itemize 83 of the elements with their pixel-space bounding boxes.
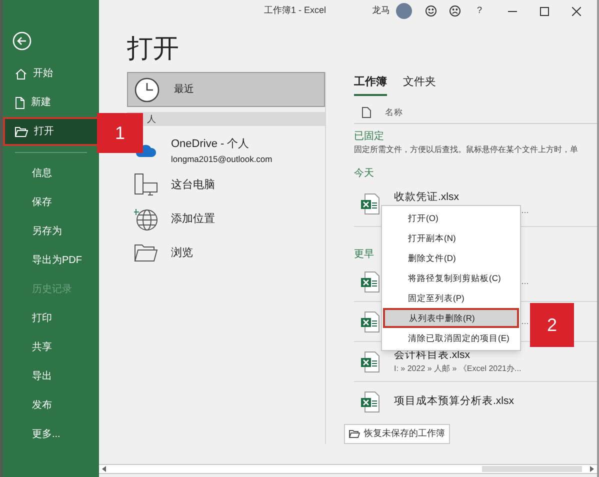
smiley-icon[interactable] — [425, 5, 437, 17]
sidebar-item[interactable]: 打开 — [3, 117, 99, 146]
sidebar-label: 导出为PDF — [32, 254, 82, 268]
avatar — [396, 3, 412, 19]
sidebar-label: 开始 — [33, 67, 53, 81]
sidebar-item[interactable]: 更多... — [3, 420, 99, 449]
sidebar-label: 打开 — [34, 124, 54, 139]
section-heading: 更早 — [354, 248, 374, 262]
account-email: longma2015@outlook.com — [171, 152, 272, 166]
close-icon[interactable] — [572, 6, 582, 16]
sidebar-label: 更多... — [32, 428, 60, 442]
sidebar-label: 历史记录 — [32, 282, 72, 297]
back-icon[interactable] — [12, 31, 32, 51]
maximize-icon[interactable] — [540, 6, 550, 16]
location-item[interactable]: 添加位置 — [127, 202, 325, 236]
sidebar-item[interactable]: 共享 — [3, 333, 99, 362]
clock-icon — [134, 76, 160, 102]
folder-icon — [349, 430, 360, 438]
recover-button[interactable]: 恢复未保存的工作簿 — [344, 424, 450, 444]
sidebar-label: 共享 — [32, 340, 52, 355]
section-heading: 已固定 — [354, 130, 384, 144]
callout-tooltip: 1 — [97, 113, 143, 153]
menu-item[interactable]: 固定至列表(P) — [382, 288, 520, 308]
location-label: 添加位置 — [171, 212, 215, 227]
page-title: 打开 — [127, 32, 180, 65]
sidebar-item[interactable]: 开始 — [3, 59, 99, 88]
frown-icon[interactable] — [449, 5, 461, 17]
sidebar-label: 另存为 — [32, 224, 62, 239]
help-button[interactable]: ? — [477, 4, 482, 18]
scrollbar-thumb[interactable] — [482, 466, 582, 472]
location-item[interactable]: 这台电脑 — [127, 168, 325, 202]
sidebar-label: 信息 — [32, 166, 52, 181]
sidebar-item[interactable]: 导出为PDF — [3, 246, 99, 275]
menu-item[interactable]: 删除文件(D) — [382, 248, 520, 268]
window-title: 工作簿1 - Excel — [264, 4, 328, 18]
column-header: 名称 — [385, 106, 403, 119]
file-name: 项目成本预算分析表.xlsx — [394, 394, 514, 410]
menu-item[interactable]: 将路径复制到剪贴板(C) — [382, 268, 520, 288]
file-path: I: » 2022 » 人邮 » 《Excel 2021办... — [394, 363, 522, 376]
globe-icon — [134, 207, 158, 231]
menu-item[interactable]: 从列表中删除(R) — [383, 308, 519, 328]
sidebar-item[interactable]: 新建 — [3, 88, 99, 117]
user-name: 龙马 — [372, 4, 390, 18]
section-heading: 今天 — [354, 167, 374, 181]
sidebar-item[interactable]: 保存 — [3, 188, 99, 217]
location-item[interactable]: 最近 — [127, 72, 325, 107]
file-path: … — [521, 276, 529, 288]
section-header: 人 — [147, 114, 156, 124]
excel-file-icon — [360, 391, 380, 413]
file-name: 收款凭证.xlsx — [394, 190, 459, 205]
document-icon — [15, 96, 25, 108]
sidebar-label: 打印 — [32, 312, 52, 326]
scroll-right-icon[interactable] — [590, 466, 594, 472]
callout-tooltip: 2 — [530, 303, 574, 347]
location-label: OneDrive - 个人 — [171, 137, 250, 152]
sidebar-label: 保存 — [32, 196, 52, 210]
scroll-left-icon[interactable] — [102, 466, 106, 472]
location-item[interactable]: 浏览 — [127, 236, 325, 270]
sidebar-item[interactable]: 打印 — [3, 304, 99, 333]
location-label: 这台电脑 — [171, 178, 215, 193]
menu-item[interactable]: 打开副本(N) — [382, 228, 520, 248]
tab[interactable]: 工作簿 — [354, 74, 387, 96]
pinned-description: 固定所需文件，方便以后查找。鼠标悬停在某个文件上方时，单 — [354, 144, 578, 156]
document-icon — [362, 107, 371, 118]
tab[interactable]: 文件夹 — [403, 74, 436, 96]
sidebar-item[interactable]: 导出 — [3, 362, 99, 391]
menu-item[interactable]: 打开(O) — [382, 208, 520, 228]
home-icon — [15, 68, 27, 80]
file-path: … — [521, 316, 529, 328]
sidebar-label: 新建 — [31, 96, 51, 110]
sidebar-item[interactable]: 另存为 — [3, 217, 99, 246]
location-label: 浏览 — [171, 246, 193, 261]
computer-icon — [133, 173, 159, 197]
sidebar-label: 导出 — [32, 370, 52, 384]
folder-icon — [15, 126, 28, 136]
file-path: … — [521, 205, 529, 218]
sidebar-item[interactable]: 信息 — [3, 159, 99, 188]
sidebar-label: 发布 — [32, 399, 52, 413]
horizontal-scrollbar[interactable] — [99, 464, 597, 474]
excel-file-icon — [360, 350, 380, 372]
file-row[interactable]: 项目成本预算分析表.xlsx — [354, 382, 597, 422]
sidebar-item[interactable]: 发布 — [3, 391, 99, 420]
folder-icon — [134, 244, 158, 262]
